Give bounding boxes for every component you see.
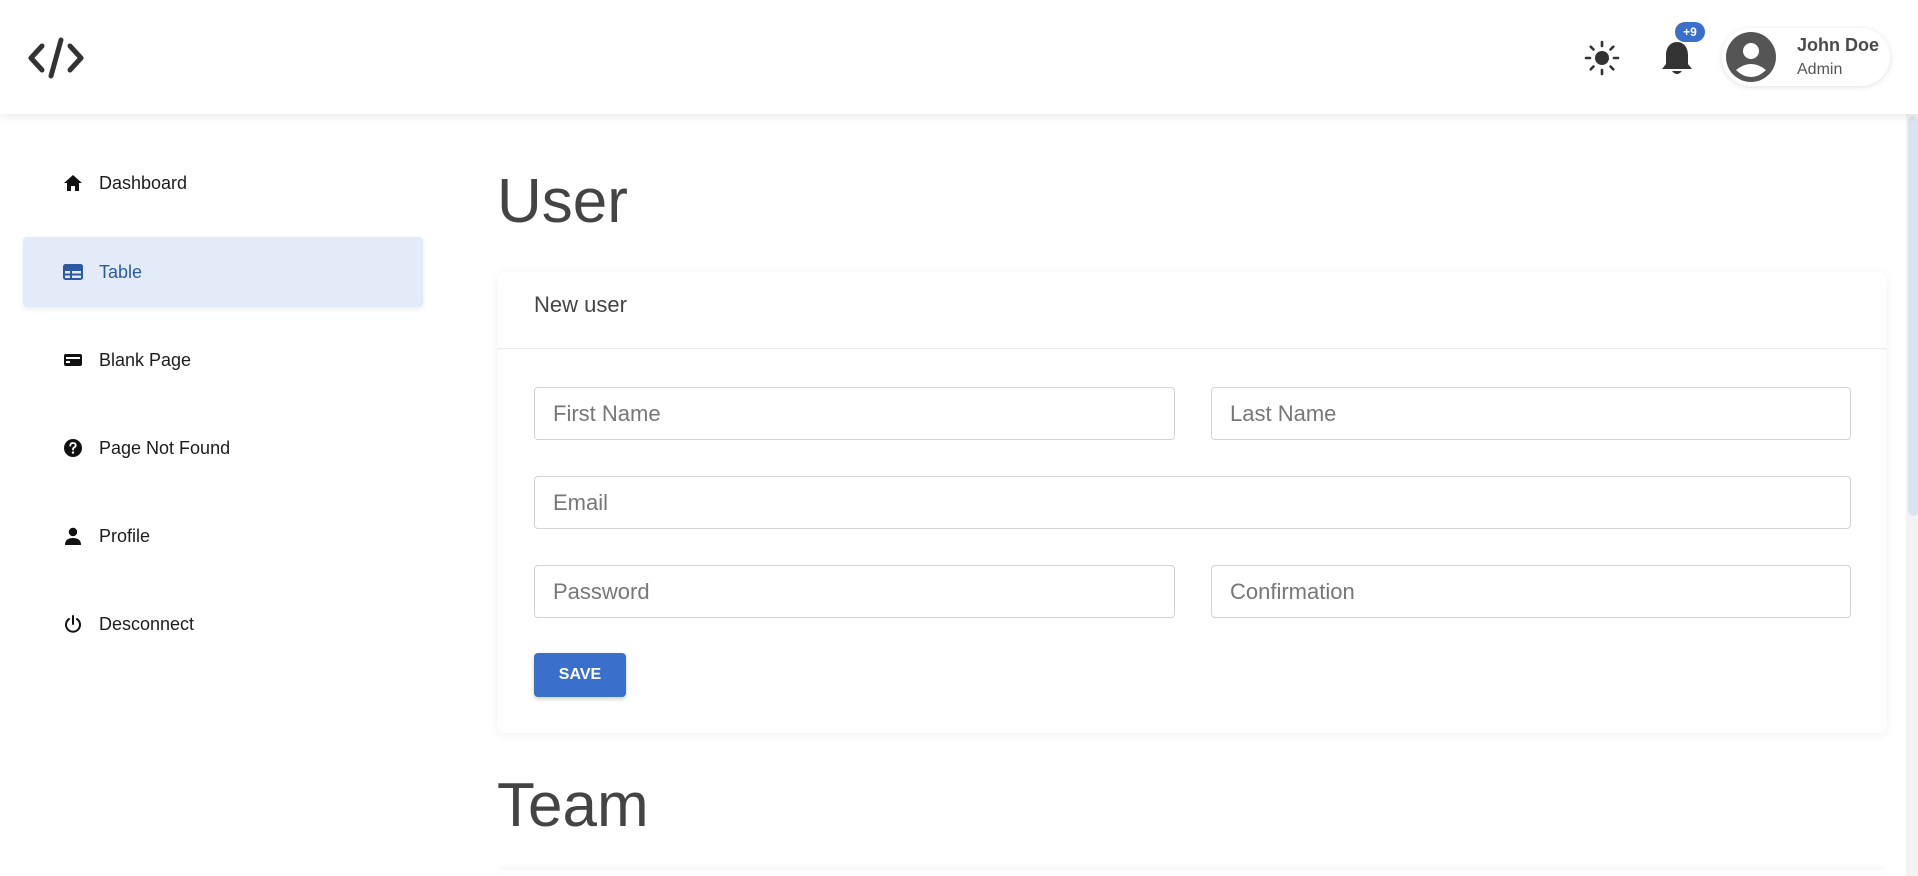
user-role: Admin [1797,61,1843,78]
sidebar-item-table[interactable]: Table [23,237,423,307]
card-icon [63,350,83,370]
sidebar-item-page-not-found[interactable]: Page Not Found [23,413,423,483]
person-icon [63,526,83,546]
team-card [498,870,1886,876]
notifications-button[interactable] [1660,38,1694,78]
home-icon [63,173,83,193]
sidebar-item-label: Table [99,261,143,282]
notification-badge: +9 [1675,22,1705,42]
sidebar-item-dashboard[interactable]: Dashboard [23,148,423,218]
help-circle-icon [63,438,83,458]
sun-icon [1584,40,1620,76]
avatar [1726,32,1776,82]
sidebar-item-label: Blank Page [99,349,192,370]
sidebar: Dashboard Table Blank Page Page Not Foun… [0,114,440,876]
theme-toggle-button[interactable] [1584,40,1620,76]
card-divider [498,348,1886,349]
top-bar: +9 John Doe Admin [0,0,1918,114]
last-name-field[interactable] [1211,387,1851,440]
sidebar-item-profile[interactable]: Profile [23,501,423,571]
sidebar-item-label: Profile [99,525,151,546]
password-field[interactable] [534,565,1175,618]
page-title: User [497,167,628,236]
code-icon[interactable] [28,36,84,80]
user-menu[interactable]: John Doe Admin [1722,28,1890,86]
save-button[interactable]: SAVE [534,653,626,697]
scrollbar-thumb[interactable] [1908,116,1918,516]
table-icon [63,262,83,282]
sidebar-item-label: Dashboard [99,172,188,193]
bell-icon [1662,42,1692,74]
sidebar-item-desconnect[interactable]: Desconnect [23,589,423,659]
team-title: Team [497,771,649,840]
sidebar-item-label: Page Not Found [99,437,231,458]
confirmation-field[interactable] [1211,565,1851,618]
user-name: John Doe [1797,35,1880,55]
email-field[interactable] [534,476,1851,529]
card-title: New user [534,292,627,317]
new-user-card: New user SAVE [498,272,1886,733]
first-name-field[interactable] [534,387,1175,440]
sidebar-item-label: Desconnect [99,613,195,634]
power-icon [63,614,83,634]
sidebar-item-blank-page[interactable]: Blank Page [23,325,423,395]
